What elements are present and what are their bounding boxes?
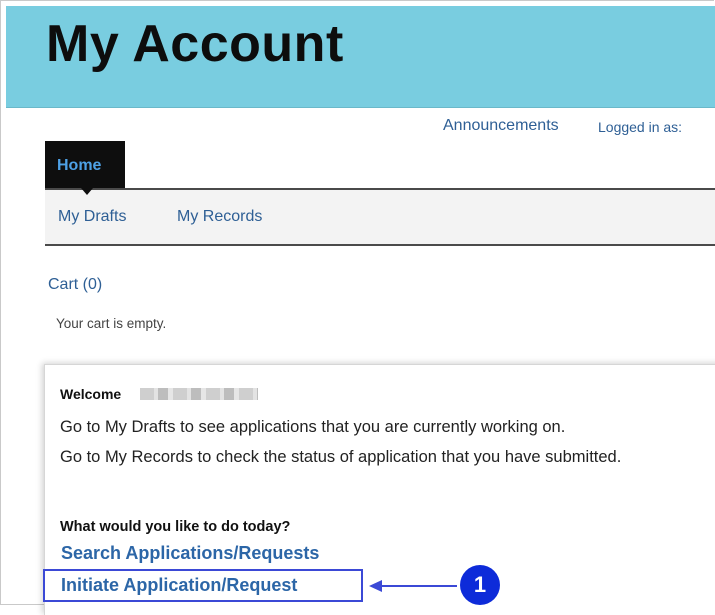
tab-home[interactable]: Home (45, 141, 125, 188)
actions-question: What would you like to do today? (60, 519, 291, 535)
annotation-callout-badge: 1 (460, 565, 500, 605)
search-applications-link[interactable]: Search Applications/Requests (61, 543, 319, 564)
page-title: My Account (46, 15, 344, 73)
cart-empty-message: Your cart is empty. (56, 316, 167, 331)
subnav-my-records[interactable]: My Records (177, 208, 262, 226)
sub-navigation: My Drafts My Records (45, 188, 715, 246)
welcome-line-records: Go to My Records to check the status of … (60, 448, 622, 466)
logged-in-label: Logged in as: (598, 119, 683, 135)
header-banner: My Account (6, 6, 715, 108)
redacted-user-name (140, 388, 258, 400)
annotation-arrow-line (381, 585, 457, 587)
subnav-my-drafts[interactable]: My Drafts (58, 208, 126, 226)
active-tab-indicator (81, 188, 93, 195)
welcome-label: Welcome (60, 386, 122, 402)
cart-link[interactable]: Cart (0) (48, 276, 102, 294)
annotation-highlight-box (43, 569, 363, 602)
welcome-line-drafts: Go to My Drafts to see applications that… (60, 418, 566, 436)
announcements-link[interactable]: Announcements (443, 117, 559, 135)
